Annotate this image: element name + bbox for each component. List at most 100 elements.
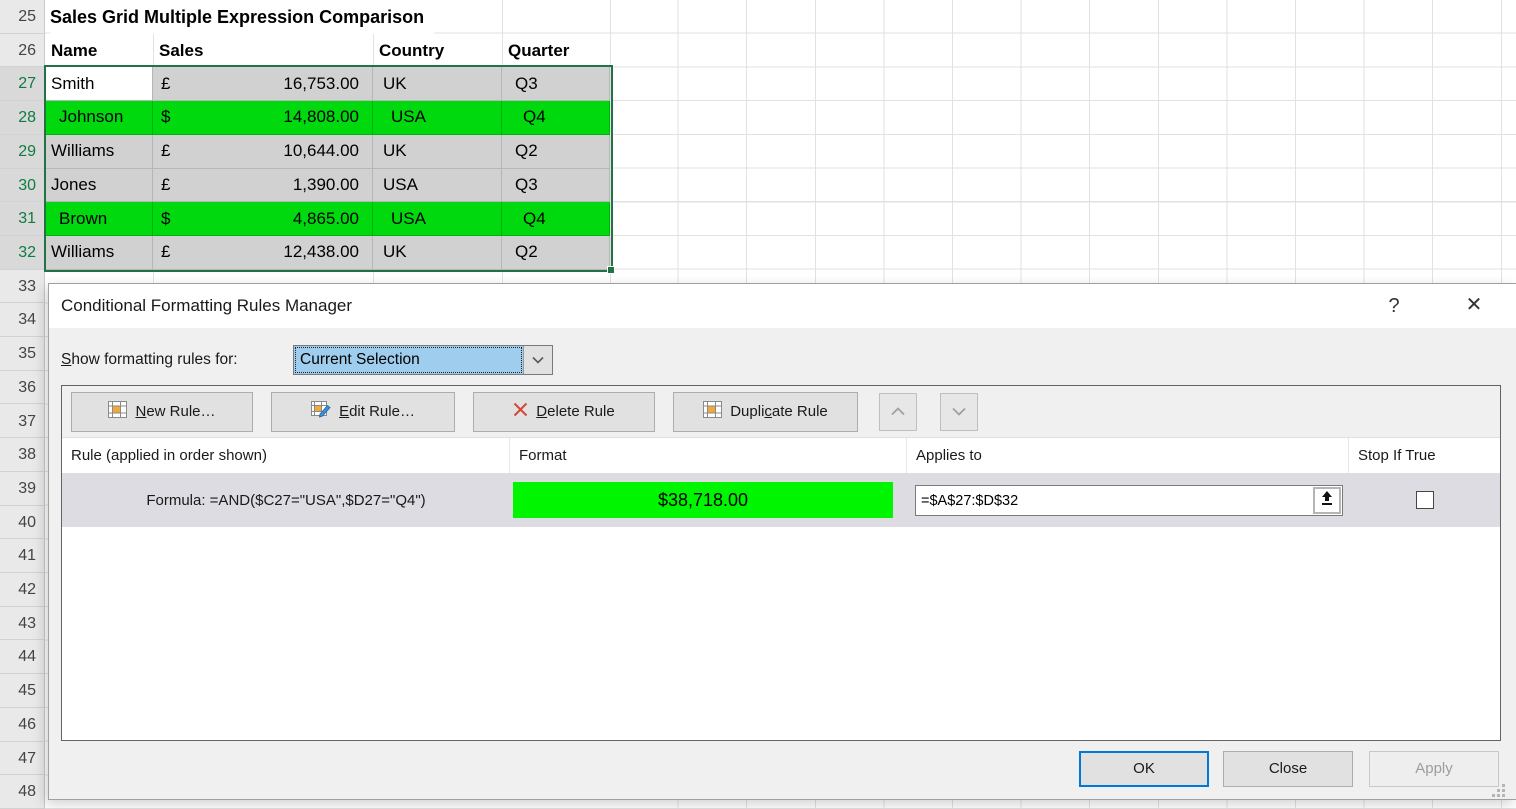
resize-grip[interactable]: [1492, 784, 1506, 798]
cell-country-30[interactable]: USA: [373, 169, 502, 203]
row-header-36[interactable]: 36: [0, 371, 45, 405]
row-header-38[interactable]: 38: [0, 438, 45, 472]
row-header-44[interactable]: 44: [0, 640, 45, 674]
cell-country-28[interactable]: USA: [373, 101, 502, 135]
row-header-27[interactable]: 27: [0, 67, 45, 101]
column-header-stop-if-true: Stop If True: [1349, 438, 1500, 473]
cell-name-30[interactable]: Jones: [45, 169, 153, 203]
cell-quarter-30[interactable]: Q3: [502, 169, 610, 203]
fill-handle[interactable]: [607, 266, 615, 274]
duplicate-rule-button[interactable]: Duplicate Rule: [673, 392, 858, 432]
row-header-29[interactable]: 29: [0, 135, 45, 169]
applies-to-value: =$A$27:$D$32: [916, 493, 1313, 509]
cell-sales-30[interactable]: £1,390.00: [153, 169, 373, 203]
cell-name-31[interactable]: Brown: [45, 202, 153, 236]
row-header-26[interactable]: 26: [0, 34, 45, 68]
cell-sales-27[interactable]: £16,753.00: [153, 67, 373, 101]
cell-sales-29[interactable]: £10,644.00: [153, 135, 373, 169]
red-x-icon: [513, 402, 528, 421]
cell-d26-header[interactable]: Quarter: [508, 34, 569, 67]
conditional-formatting-rules-manager-dialog: Conditional Formatting Rules Manager ? ✕…: [48, 283, 1516, 800]
row-header-35[interactable]: 35: [0, 337, 45, 371]
cell-b26-header[interactable]: Sales: [159, 34, 203, 67]
row-header-33[interactable]: 33: [0, 270, 45, 304]
move-rule-up-button[interactable]: [879, 393, 917, 431]
cell-quarter-29[interactable]: Q2: [502, 135, 610, 169]
row-header-48[interactable]: 48: [0, 775, 45, 809]
cell-name-32[interactable]: Williams: [45, 236, 153, 270]
cell-quarter-32[interactable]: Q2: [502, 236, 610, 270]
table-grid-icon: [108, 401, 127, 422]
row-header-31[interactable]: 31: [0, 202, 45, 236]
scope-dropdown-value: Current Selection: [294, 346, 523, 374]
row-header-32[interactable]: 32: [0, 236, 45, 270]
delete-rule-button[interactable]: Delete Rule: [473, 392, 655, 432]
dialog-title: Conditional Formatting Rules Manager: [61, 284, 352, 328]
row-header-30[interactable]: 30: [0, 169, 45, 203]
row-header-25[interactable]: 25: [0, 0, 45, 34]
move-rule-down-button[interactable]: [940, 393, 978, 431]
edit-rule-button[interactable]: Edit Rule…: [271, 392, 455, 432]
collapse-dialog-range-picker-button[interactable]: [1313, 487, 1341, 514]
cell-name-29[interactable]: Williams: [45, 135, 153, 169]
cell-sales-31[interactable]: $4,865.00: [153, 202, 373, 236]
cell-country-29[interactable]: UK: [373, 135, 502, 169]
row-header-37[interactable]: 37: [0, 405, 45, 439]
applies-to-input[interactable]: =$A$27:$D$32: [915, 485, 1343, 516]
currency-symbol: £: [161, 74, 170, 94]
row-header-41[interactable]: 41: [0, 539, 45, 573]
up-arrow-from-bar-icon: [1320, 491, 1334, 510]
rule-formula-text: Formula: =AND($C27="USA",$D27="Q4"): [62, 473, 510, 527]
sales-amount: 14,808.00: [283, 107, 359, 127]
cell-a26-header[interactable]: Name: [51, 34, 97, 67]
close-button[interactable]: Close: [1223, 751, 1353, 787]
close-icon[interactable]: ✕: [1457, 284, 1491, 328]
ok-button[interactable]: OK: [1079, 751, 1209, 787]
new-rule-button[interactable]: New Rule…: [71, 392, 253, 432]
currency-symbol: $: [161, 107, 170, 127]
cell-name-27[interactable]: Smith: [45, 67, 153, 101]
show-rules-for-label: Show formatting rules for:: [61, 345, 238, 375]
table-grid-icon: [703, 401, 722, 422]
row-header-46[interactable]: 46: [0, 708, 45, 742]
row-header-34[interactable]: 34: [0, 303, 45, 337]
apply-button: Apply: [1369, 751, 1499, 787]
column-header-applies-to: Applies to: [907, 438, 1349, 473]
cell-sales-32[interactable]: £12,438.00: [153, 236, 373, 270]
currency-symbol: £: [161, 175, 170, 195]
stop-if-true-checkbox[interactable]: [1416, 491, 1434, 509]
chevron-up-icon: [891, 403, 905, 420]
cell-quarter-27[interactable]: Q3: [502, 67, 610, 101]
rule-row[interactable]: Formula: =AND($C27="USA",$D27="Q4") $38,…: [62, 473, 1500, 527]
cell-quarter-31[interactable]: Q4: [502, 202, 610, 236]
edit-rule-label: Edit Rule…: [339, 403, 415, 420]
column-header-format: Format: [510, 438, 907, 473]
cell-quarter-28[interactable]: Q4: [502, 101, 610, 135]
cell-country-31[interactable]: USA: [373, 202, 502, 236]
dialog-titlebar[interactable]: Conditional Formatting Rules Manager ? ✕: [49, 284, 1516, 328]
row-header-28[interactable]: 28: [0, 101, 45, 135]
help-icon[interactable]: ?: [1379, 284, 1409, 328]
cell-name-28[interactable]: Johnson: [45, 101, 153, 135]
rules-toolbar: New Rule… Edit Rule… Delete Rule: [62, 386, 1500, 438]
row-header-47[interactable]: 47: [0, 742, 45, 776]
sales-amount: 4,865.00: [293, 209, 359, 229]
currency-symbol: £: [161, 141, 170, 161]
scope-dropdown[interactable]: Current Selection: [293, 345, 553, 375]
table-edit-pencil-icon: [311, 401, 331, 423]
rules-list-box: New Rule… Edit Rule… Delete Rule: [61, 385, 1501, 741]
row-header-45[interactable]: 45: [0, 674, 45, 708]
row-header-40[interactable]: 40: [0, 506, 45, 540]
cell-country-32[interactable]: UK: [373, 236, 502, 270]
cell-country-27[interactable]: UK: [373, 67, 502, 101]
gridline-col-d-e: [610, 0, 611, 283]
row-header-39[interactable]: 39: [0, 472, 45, 506]
cell-a25-title[interactable]: Sales Grid Multiple Expression Compariso…: [50, 0, 434, 34]
cell-c26-header[interactable]: Country: [379, 34, 444, 67]
row-header-43[interactable]: 43: [0, 607, 45, 641]
row-header-42[interactable]: 42: [0, 573, 45, 607]
cell-sales-28[interactable]: $14,808.00: [153, 101, 373, 135]
chevron-down-icon[interactable]: [523, 346, 552, 374]
row-header-column: 2526272829303132333435363738394041424344…: [0, 0, 45, 809]
sales-amount: 12,438.00: [283, 242, 359, 262]
